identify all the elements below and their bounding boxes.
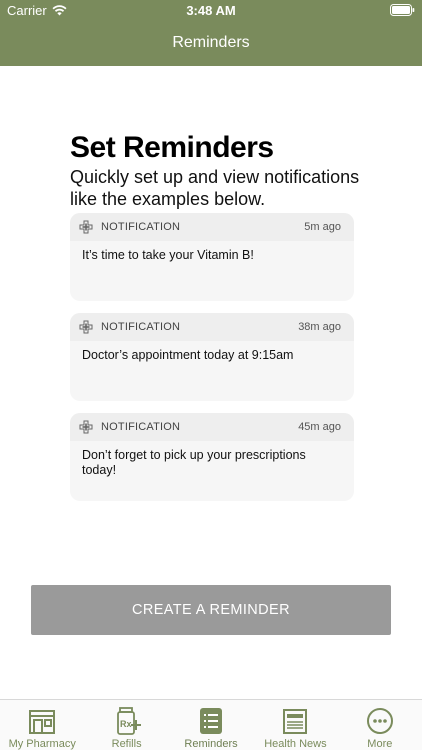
notification-card: NOTIFICATION 38m ago Doctor’s appointmen…	[70, 313, 354, 401]
notification-kind: NOTIFICATION	[101, 421, 181, 433]
svg-text:Rx: Rx	[120, 719, 132, 729]
notification-kind: NOTIFICATION	[101, 221, 181, 233]
intro-title: Set Reminders	[70, 131, 274, 164]
tab-my-pharmacy[interactable]: My Pharmacy	[0, 700, 84, 750]
notification-kind: NOTIFICATION	[101, 321, 181, 333]
tab-label: Refills	[111, 738, 142, 750]
notification-time: 5m ago	[304, 221, 341, 233]
notification-message: It’s time to take your Vitamin B!	[82, 248, 254, 262]
header: Carrier 3:48 AM Reminders	[0, 0, 422, 66]
reminders-screen: Carrier 3:48 AM Reminders Set Reminders …	[0, 0, 422, 750]
status-bar: Carrier 3:48 AM	[0, 0, 422, 22]
create-reminder-button[interactable]: CREATE A REMINDER	[31, 585, 391, 635]
checklist-icon	[200, 708, 223, 734]
tab-more[interactable]: More	[338, 700, 422, 750]
storefront-icon	[29, 710, 56, 734]
notification-time: 38m ago	[298, 321, 341, 333]
rx-plus-icon: Rx	[116, 707, 141, 735]
tab-label: Reminders	[184, 738, 238, 750]
notification-message: Don’t forget to pick up your prescriptio…	[82, 448, 306, 477]
notification-time: 45m ago	[298, 421, 341, 433]
tab-label: More	[367, 738, 393, 750]
page-title: Reminders	[172, 34, 250, 51]
tab-health-news[interactable]: Health News	[253, 700, 337, 750]
intro-subtitle: Quickly set up and view notifications li…	[70, 167, 360, 209]
medical-cross-icon	[79, 420, 93, 434]
battery-icon	[390, 4, 415, 16]
notification-header: NOTIFICATION 5m ago	[70, 213, 354, 241]
status-time: 3:48 AM	[186, 3, 236, 18]
notification-header: NOTIFICATION 45m ago	[70, 413, 354, 441]
tab-bar: My Pharmacy Rx Refills Reminders Health …	[0, 699, 422, 750]
tab-refills[interactable]: Rx Refills	[84, 700, 168, 750]
tab-reminders[interactable]: Reminders	[169, 700, 253, 750]
notification-card: NOTIFICATION 45m ago Don’t forget to pic…	[70, 413, 354, 501]
newspaper-icon	[283, 709, 308, 734]
tab-label: My Pharmacy	[8, 738, 76, 750]
more-dots-icon	[366, 708, 393, 734]
notification-card: NOTIFICATION 5m ago It’s time to take yo…	[70, 213, 354, 301]
medical-cross-icon	[79, 320, 93, 334]
notification-header: NOTIFICATION 38m ago	[70, 313, 354, 341]
intro: Set Reminders Quickly set up and view no…	[70, 130, 370, 210]
medical-cross-icon	[79, 220, 93, 234]
tab-label: Health News	[264, 738, 327, 750]
notification-message: Doctor’s appointment today at 9:15am	[82, 348, 294, 362]
